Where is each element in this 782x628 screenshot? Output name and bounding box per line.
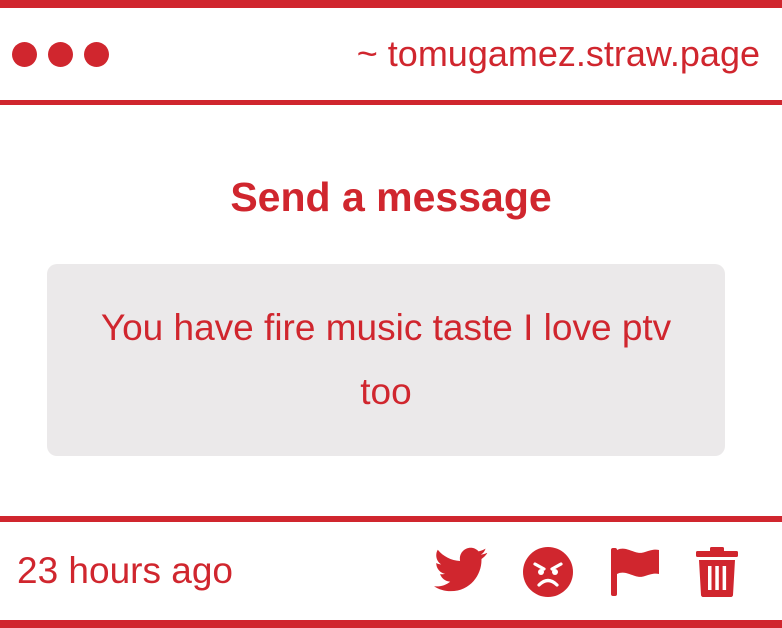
- window-dot: [12, 42, 37, 67]
- top-border: [0, 0, 782, 8]
- message-card: You have fire music taste I love ptv too: [47, 264, 725, 456]
- page-title: Send a message: [230, 174, 552, 220]
- message-text: You have fire music taste I love ptv too: [100, 307, 672, 412]
- react-angry-button[interactable]: [522, 546, 574, 598]
- site-url: ~ tomugamez.straw.page: [356, 33, 760, 74]
- header-divider: [0, 100, 782, 105]
- window-dot: [48, 42, 73, 67]
- report-button[interactable]: [608, 546, 662, 598]
- footer: 23 hours ago: [0, 522, 782, 620]
- twitter-bird-icon: [434, 547, 488, 592]
- delete-button[interactable]: [694, 546, 740, 598]
- title-bar: ~ tomugamez.straw.page: [0, 8, 782, 100]
- bottom-border: [0, 620, 782, 628]
- action-bar: [0, 546, 782, 598]
- window-dot: [84, 42, 109, 67]
- angry-face-icon: [523, 547, 573, 597]
- share-twitter-button[interactable]: [434, 546, 488, 594]
- flag-icon: [611, 548, 659, 596]
- trash-icon: [696, 547, 738, 597]
- window-dots: [12, 42, 109, 67]
